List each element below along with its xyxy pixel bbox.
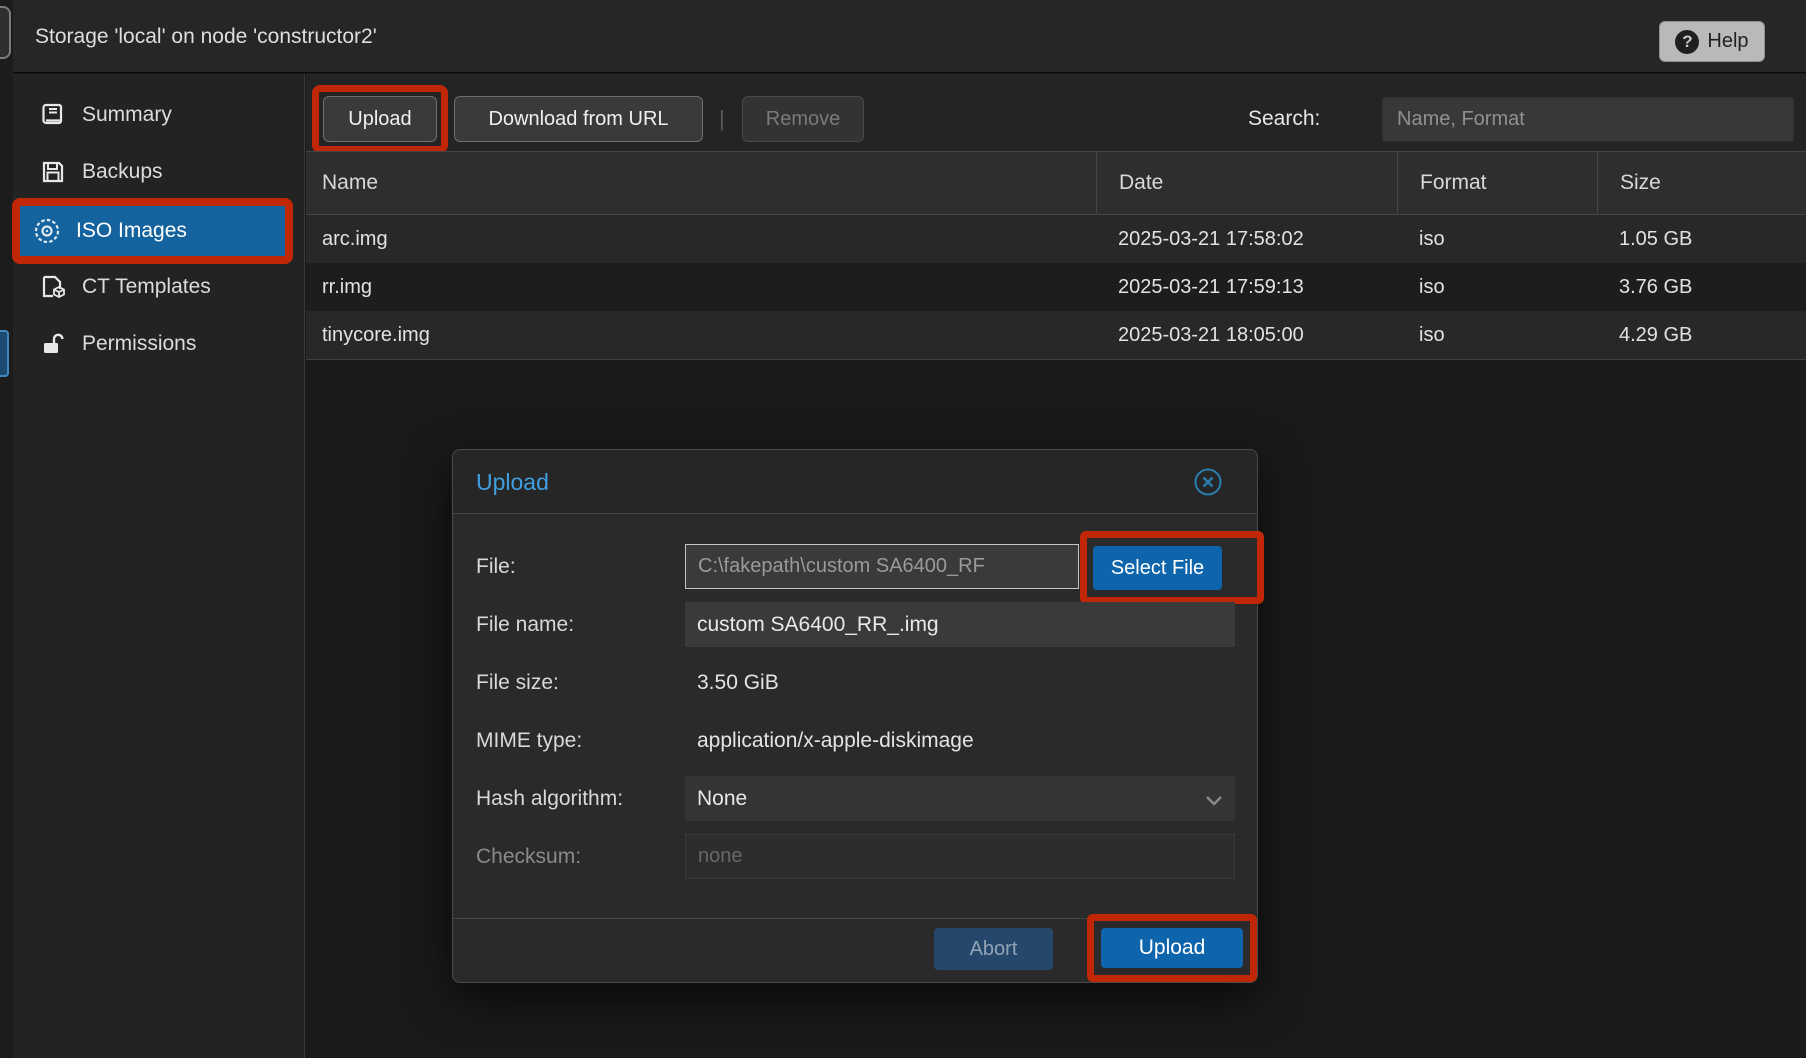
mime-type-label: MIME type: (476, 718, 676, 763)
floppy-icon (38, 159, 68, 185)
file-name-input[interactable] (685, 602, 1235, 647)
cell-date: 2025-03-21 17:58:02 (1096, 215, 1397, 263)
dialog-title: Upload (476, 450, 549, 514)
book-icon (38, 102, 68, 128)
file-size-value: 3.50 GiB (697, 660, 779, 705)
mime-type-value: application/x-apple-diskimage (697, 718, 974, 763)
upload-dialog: Upload File: Select File File name: File… (452, 449, 1258, 983)
file-label: File: (476, 544, 676, 589)
cell-date: 2025-03-21 18:05:00 (1096, 311, 1397, 359)
dialog-upload-button[interactable]: Upload (1101, 928, 1243, 968)
sidebar-item-summary[interactable]: Summary (13, 90, 305, 140)
page-title: Storage 'local' on node 'constructor2' (35, 0, 377, 73)
proxmox-storage-screen: Storage 'local' on node 'constructor2' ?… (0, 0, 1806, 1058)
left-edge-strip (0, 0, 13, 1058)
sidebar-item-ct-templates[interactable]: CT Templates (13, 262, 305, 312)
close-icon[interactable] (1193, 467, 1223, 497)
table-bottom-border (306, 359, 1806, 360)
chevron-down-icon (1205, 790, 1223, 814)
box-page-icon (38, 274, 68, 301)
sidebar-item-backups[interactable]: Backups (13, 147, 305, 197)
collapsed-panel-tab[interactable] (0, 6, 11, 59)
panel-header: Storage 'local' on node 'constructor2' ?… (13, 0, 1806, 73)
checksum-input[interactable] (685, 834, 1235, 879)
checksum-label: Checksum: (476, 834, 676, 879)
cell-format: iso (1397, 263, 1597, 311)
dialog-titlebar[interactable]: Upload (453, 450, 1257, 514)
sidebar-item-label: CT Templates (82, 275, 211, 299)
search-input[interactable] (1382, 97, 1794, 142)
upload-button[interactable]: Upload (323, 96, 437, 142)
help-button-label: Help (1707, 30, 1748, 53)
annotation-box-iso-images: ISO Images (12, 198, 293, 264)
annotation-box-dialog-upload: Upload (1087, 914, 1257, 982)
sidebar-item-label: Summary (82, 103, 172, 127)
column-header-date[interactable]: Date (1096, 152, 1397, 214)
table-row[interactable]: arc.img 2025-03-21 17:58:02 iso 1.05 GB (306, 215, 1806, 263)
iso-images-table: Name Date Format Size arc.img 2025-03-21… (306, 151, 1806, 360)
column-header-size[interactable]: Size (1597, 152, 1806, 214)
cell-date: 2025-03-21 17:59:13 (1096, 263, 1397, 311)
table-header-row: Name Date Format Size (306, 151, 1806, 215)
hash-algorithm-select[interactable]: None (685, 776, 1235, 821)
toolbar-separator: | (719, 96, 725, 142)
download-from-url-button[interactable]: Download from URL (454, 96, 703, 142)
cell-name: arc.img (306, 215, 1096, 263)
hash-algorithm-value: None (697, 787, 747, 811)
cell-size: 1.05 GB (1597, 215, 1806, 263)
cell-size: 4.29 GB (1597, 311, 1806, 359)
select-file-button[interactable]: Select File (1093, 546, 1222, 590)
file-size-label: File size: (476, 660, 676, 705)
cell-format: iso (1397, 311, 1597, 359)
cell-name: rr.img (306, 263, 1096, 311)
disc-icon (32, 217, 62, 245)
sidebar-item-label: ISO Images (76, 219, 187, 243)
sidebar-item-permissions[interactable]: Permissions (13, 319, 305, 369)
table-row[interactable]: rr.img 2025-03-21 17:59:13 iso 3.76 GB (306, 263, 1806, 311)
search-label: Search: (1248, 96, 1320, 142)
file-name-label: File name: (476, 602, 676, 647)
sidebar-item-iso-images[interactable]: ISO Images (20, 206, 285, 256)
remove-button[interactable]: Remove (742, 96, 864, 142)
unlock-icon (38, 331, 68, 357)
column-header-name[interactable]: Name (306, 152, 1096, 214)
table-row[interactable]: tinycore.img 2025-03-21 18:05:00 iso 4.2… (306, 311, 1806, 359)
help-icon: ? (1675, 30, 1699, 54)
cell-name: tinycore.img (306, 311, 1096, 359)
collapsed-tree-selection-fragment (0, 330, 9, 377)
file-path-input[interactable] (685, 544, 1079, 589)
cell-format: iso (1397, 215, 1597, 263)
help-button[interactable]: ? Help (1659, 21, 1765, 62)
sidebar-item-label: Permissions (82, 332, 196, 356)
toolbar: Upload Download from URL | Remove Search… (306, 74, 1806, 151)
abort-button[interactable]: Abort (934, 928, 1053, 970)
sidebar-item-label: Backups (82, 160, 163, 184)
hash-algorithm-label: Hash algorithm: (476, 776, 676, 821)
annotation-box-select-file: Select File (1080, 531, 1264, 604)
sidebar: Summary Backups ISO Images CT Templates (13, 74, 305, 1058)
cell-size: 3.76 GB (1597, 263, 1806, 311)
column-header-format[interactable]: Format (1397, 152, 1597, 214)
